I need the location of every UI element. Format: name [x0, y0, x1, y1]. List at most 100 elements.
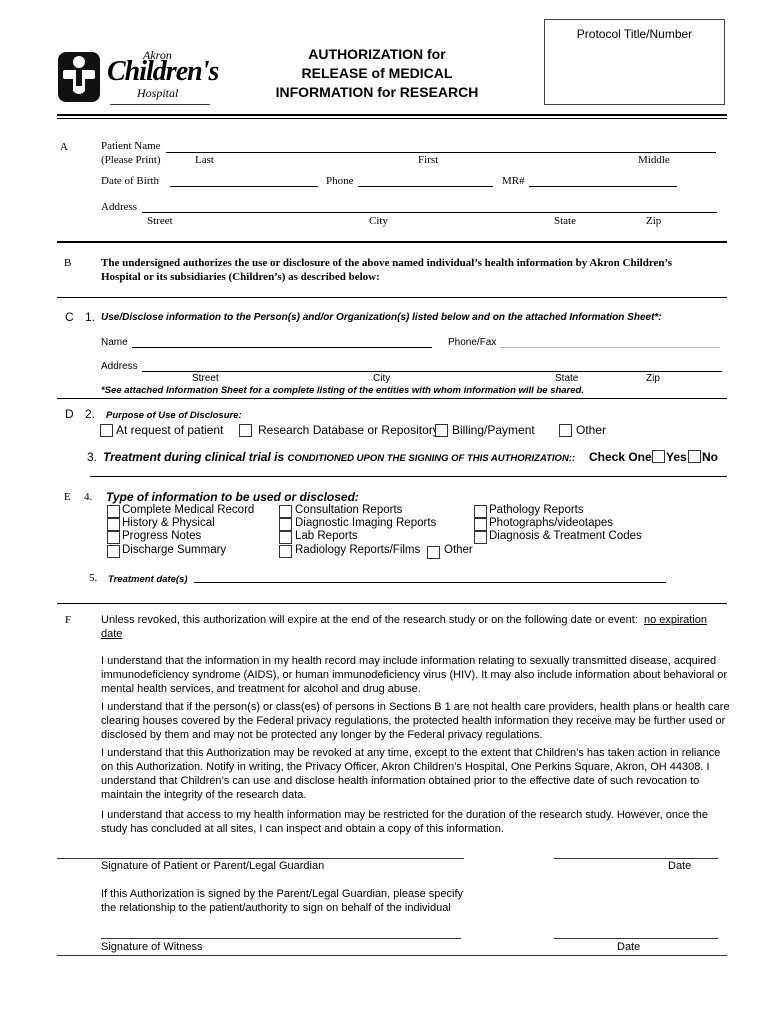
- purpose-research-db-checkbox[interactable]: [239, 424, 252, 437]
- witness-date-line[interactable]: [554, 938, 718, 939]
- info-history-physical-label: History & Physical: [122, 517, 215, 529]
- info-discharge-summary-checkbox[interactable]: [107, 545, 120, 558]
- info-lab-reports-label: Lab Reports: [295, 530, 358, 542]
- dob-field[interactable]: [170, 186, 318, 187]
- logo-hospital: Hospital: [137, 86, 179, 100]
- section-e-letter: E: [64, 491, 71, 503]
- witness-signature-label: Signature of Witness: [101, 941, 203, 953]
- purpose-patient-request-checkbox[interactable]: [100, 424, 113, 437]
- info-lab-reports-checkbox[interactable]: [279, 531, 292, 544]
- address-street-label: Street: [147, 215, 173, 227]
- q3-text: Treatment during clinical trial is CONDI…: [103, 450, 575, 464]
- logo-childrens: Children's: [107, 56, 219, 87]
- disclosure-paragraph-3: I understand that this Authorization may…: [101, 747, 721, 801]
- info-consultation-checkbox[interactable]: [279, 505, 292, 518]
- dob-label: Date of Birth: [101, 175, 160, 187]
- patient-date-line[interactable]: [554, 858, 718, 859]
- witness-date-label: Date: [617, 941, 641, 953]
- section-b-divider: [57, 297, 727, 298]
- q3-text-b: CONDITIONED UPON THE SIGNING OF THIS AUT…: [287, 453, 576, 464]
- info-progress-notes-checkbox[interactable]: [107, 531, 120, 544]
- info-progress-notes-label: Progress Notes: [122, 530, 202, 542]
- purpose-billing-checkbox[interactable]: [435, 424, 448, 437]
- recipient-street-label: Street: [192, 373, 219, 384]
- section-d-letter: D: [65, 407, 74, 421]
- address-field[interactable]: [142, 212, 717, 213]
- check-one-label: Check One:: [589, 450, 656, 464]
- section-a-letter: A: [60, 141, 68, 153]
- logo-underline: [110, 104, 210, 105]
- recipient-phone-fax-field[interactable]: [500, 347, 720, 348]
- info-diagnosis-codes-checkbox[interactable]: [474, 531, 487, 544]
- patient-name-label: Patient Name: [101, 140, 161, 152]
- recipient-city-label: City: [373, 373, 391, 384]
- info-diagnosis-codes-label: Diagnosis & Treatment Codes: [489, 530, 642, 542]
- section-c-letter: C: [65, 310, 74, 324]
- patient-date-label: Date: [668, 860, 692, 872]
- recipient-name-label: Name: [101, 337, 128, 348]
- header-divider: [57, 114, 727, 116]
- purpose-other-label: Other: [576, 423, 607, 437]
- trial-yes-checkbox[interactable]: [652, 450, 665, 463]
- info-other-checkbox[interactable]: [427, 546, 440, 559]
- section-b-text: The undersigned authorizes the use or di…: [101, 257, 673, 283]
- expiry-text: Unless revoked, this authorization will …: [101, 614, 638, 626]
- section-b-letter: B: [64, 257, 72, 269]
- recipient-name-field[interactable]: [132, 347, 432, 348]
- guardian-note-line-2: the relationship to the patient/authorit…: [101, 902, 451, 914]
- mr-field[interactable]: [529, 186, 677, 187]
- address-zip-label: Zip: [646, 215, 662, 227]
- section-e-divider: [57, 603, 727, 604]
- trial-yes-label: Yes: [666, 450, 687, 464]
- title-line-3: INFORMATION for RESEARCH: [275, 84, 479, 100]
- expiry-value-1: no expiration: [643, 614, 707, 626]
- purpose-heading: Purpose of Use of Disclosure:: [106, 410, 242, 421]
- name-middle-label: Middle: [638, 154, 670, 166]
- recipient-address-field[interactable]: [142, 371, 722, 372]
- patient-name-field[interactable]: [166, 152, 716, 153]
- expiry-statement: Unless revoked, this authorization will …: [101, 613, 731, 641]
- recipient-state-label: State: [555, 373, 579, 384]
- title-line-1: AUTHORIZATION for: [308, 46, 446, 62]
- purpose-patient-request-label: At request of patient: [116, 423, 224, 437]
- footer-divider: [57, 955, 727, 956]
- info-sheet-footnote: *See attached Information Sheet for a co…: [101, 385, 584, 396]
- recipient-zip-label: Zip: [646, 373, 660, 384]
- mr-label: MR#: [502, 175, 525, 187]
- address-state-label: State: [554, 215, 576, 227]
- q5-num: 5.: [89, 572, 98, 584]
- form-title: AUTHORIZATION for RELEASE of MEDICAL INF…: [252, 45, 502, 102]
- phone-field[interactable]: [358, 186, 493, 187]
- witness-signature-line[interactable]: [101, 938, 461, 939]
- treatment-dates-field[interactable]: [194, 582, 666, 583]
- disclosure-paragraph-2: I understand that if the person(s) or cl…: [101, 701, 730, 741]
- trial-no-checkbox[interactable]: [688, 450, 701, 463]
- section-f-letter: F: [65, 614, 72, 626]
- name-first-label: First: [418, 154, 439, 166]
- name-last-label: Last: [195, 154, 214, 166]
- info-radiology-checkbox[interactable]: [279, 545, 292, 558]
- hospital-logo-icon: [58, 52, 100, 102]
- info-radiology-label: Radiology Reports/Films: [295, 544, 421, 556]
- patient-signature-label: Signature of Patient or Parent/Legal Gua…: [101, 860, 325, 872]
- purpose-other-checkbox[interactable]: [559, 424, 572, 437]
- expiry-value-2: date: [101, 628, 123, 640]
- section-c-divider: [57, 398, 727, 399]
- info-history-physical-checkbox[interactable]: [107, 518, 120, 531]
- info-photographs-checkbox[interactable]: [474, 518, 487, 531]
- purpose-billing-label: Billing/Payment: [452, 423, 535, 437]
- info-consultation-label: Consultation Reports: [295, 504, 403, 516]
- info-pathology-checkbox[interactable]: [474, 505, 487, 518]
- info-complete-record-checkbox[interactable]: [107, 505, 120, 518]
- address-label: Address: [101, 201, 138, 213]
- info-discharge-summary-label: Discharge Summary: [122, 544, 227, 556]
- recipient-address-label: Address: [101, 361, 138, 372]
- address-city-label: City: [369, 215, 388, 227]
- info-imaging-checkbox[interactable]: [279, 518, 292, 531]
- phone-label: Phone: [326, 175, 354, 187]
- patient-signature-line[interactable]: [57, 858, 464, 859]
- trial-no-label: No: [702, 450, 718, 464]
- protocol-title-box[interactable]: Protocol Title/Number: [544, 19, 725, 105]
- section-c-heading: Use/Disclose information to the Person(s…: [101, 312, 662, 323]
- hospital-logo: Akron Children's Hospital: [57, 48, 219, 106]
